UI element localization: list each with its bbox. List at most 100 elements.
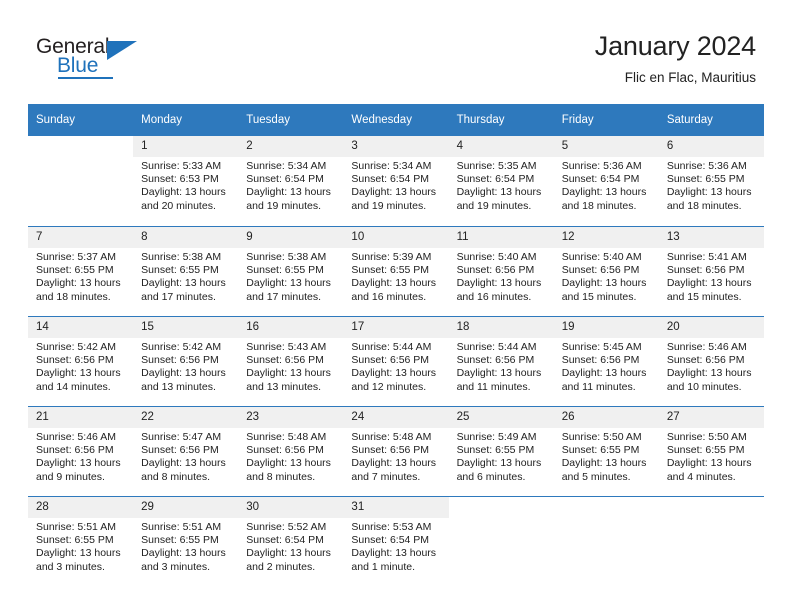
day-cell[interactable]: 20 Sunrise: 5:46 AM Sunset: 6:56 PM Dayligh… [658, 316, 764, 406]
sunrise-text: Sunrise: 5:46 AM [666, 341, 747, 353]
daylight-text: Daylight: 13 hours and 15 minutes. [561, 277, 647, 303]
day-number: 22 [133, 407, 239, 428]
calendar-cell: 2 Sunrise: 5:34 AM Sunset: 6:54 PM Daylight… [238, 136, 344, 226]
sunrise-text: Sunrise: 5:36 AM [666, 160, 747, 172]
calendar-cell: 24 Sunrise: 5:48 AM Sunset: 6:56 PM Dayligh… [343, 406, 449, 496]
sunset-text: Sunset: 6:56 PM [141, 354, 219, 367]
day-info: Sunrise: 5:40 AM Sunset: 6:56 PM Daylight:… [554, 248, 659, 304]
daylight-text: Daylight: 13 hours and 19 minutes. [246, 186, 331, 212]
day-info: Sunrise: 5:38 AM Sunset: 6:55 PM Daylight:… [133, 248, 238, 304]
daylight-text: Daylight: 13 hours and 5 minutes. [561, 457, 647, 483]
sunset-text: Sunset: 6:55 PM [666, 444, 745, 457]
sunrise-text: Sunrise: 5:51 AM [141, 521, 222, 533]
day-cell-empty [28, 136, 133, 226]
day-cell[interactable]: 6 Sunrise: 5:36 AM Sunset: 6:55 PM Daylight… [658, 136, 764, 226]
day-cell[interactable]: 13 Sunrise: 5:41 AM Sunset: 6:56 PM Dayligh… [658, 226, 764, 316]
day-number: 10 [343, 227, 449, 248]
daylight-text: Daylight: 13 hours and 11 minutes. [561, 367, 647, 393]
day-cell[interactable]: 15 Sunrise: 5:42 AM Sunset: 6:56 PM Dayligh… [133, 316, 239, 406]
daylight-text: Daylight: 13 hours and 7 minutes. [351, 457, 437, 483]
day-cell[interactable]: 4 Sunrise: 5:35 AM Sunset: 6:54 PM Daylight… [448, 136, 554, 226]
calendar-week-row: 28 Sunrise: 5:51 AM Sunset: 6:55 PM Dayligh… [28, 496, 764, 586]
calendar-cell: 14 Sunrise: 5:42 AM Sunset: 6:56 PM Dayligh… [28, 316, 134, 406]
day-cell[interactable]: 23 Sunrise: 5:48 AM Sunset: 6:56 PM Dayligh… [238, 406, 344, 496]
daylight-text: Daylight: 13 hours and 15 minutes. [666, 277, 752, 303]
day-info: Sunrise: 5:46 AM Sunset: 6:56 PM Daylight:… [659, 338, 764, 394]
day-cell[interactable]: 16 Sunrise: 5:43 AM Sunset: 6:56 PM Dayligh… [238, 316, 344, 406]
day-info: Sunrise: 5:46 AM Sunset: 6:56 PM Daylight:… [28, 428, 133, 484]
day-cell[interactable]: 29 Sunrise: 5:51 AM Sunset: 6:55 PM Dayligh… [133, 496, 239, 586]
day-cell[interactable]: 3 Sunrise: 5:34 AM Sunset: 6:54 PM Daylight… [343, 136, 449, 226]
day-cell[interactable]: 25 Sunrise: 5:49 AM Sunset: 6:55 PM Dayligh… [448, 406, 554, 496]
day-cell[interactable]: 5 Sunrise: 5:36 AM Sunset: 6:54 PM Daylight… [553, 136, 659, 226]
day-info: Sunrise: 5:41 AM Sunset: 6:56 PM Daylight:… [659, 248, 764, 304]
sunrise-text: Sunrise: 5:37 AM [36, 251, 116, 263]
weekday-header-friday: Friday [553, 104, 659, 136]
sunrise-text: Sunrise: 5:45 AM [561, 341, 642, 353]
day-number: 14 [28, 317, 134, 338]
day-info: Sunrise: 5:38 AM Sunset: 6:55 PM Daylight:… [238, 248, 343, 304]
day-number: 18 [448, 317, 554, 338]
day-number: 1 [133, 136, 239, 157]
day-number: 8 [133, 227, 239, 248]
sunrise-text: Sunrise: 5:50 AM [561, 431, 642, 443]
day-cell[interactable]: 8 Sunrise: 5:38 AM Sunset: 6:55 PM Daylight… [133, 226, 239, 316]
day-cell[interactable]: 31 Sunrise: 5:53 AM Sunset: 6:54 PM Dayligh… [343, 496, 449, 586]
day-cell[interactable]: 2 Sunrise: 5:34 AM Sunset: 6:54 PM Daylight… [238, 136, 344, 226]
calendar-cell: 7 Sunrise: 5:37 AM Sunset: 6:55 PM Daylight… [28, 226, 134, 316]
sunset-text: Sunset: 6:55 PM [351, 264, 430, 277]
sunset-text: Sunset: 6:54 PM [351, 173, 430, 186]
day-number [554, 497, 659, 518]
daylight-text: Daylight: 13 hours and 3 minutes. [36, 547, 121, 573]
day-number: 2 [238, 136, 344, 157]
calendar-cell: 12 Sunrise: 5:40 AM Sunset: 6:56 PM Dayligh… [553, 226, 659, 316]
day-cell[interactable]: 24 Sunrise: 5:48 AM Sunset: 6:56 PM Dayligh… [343, 406, 449, 496]
day-cell[interactable]: 22 Sunrise: 5:47 AM Sunset: 6:56 PM Dayligh… [133, 406, 239, 496]
day-cell[interactable]: 17 Sunrise: 5:44 AM Sunset: 6:56 PM Dayligh… [343, 316, 449, 406]
day-number: 3 [343, 136, 449, 157]
day-cell[interactable]: 28 Sunrise: 5:51 AM Sunset: 6:55 PM Dayligh… [28, 496, 134, 586]
sunrise-text: Sunrise: 5:39 AM [351, 251, 432, 263]
day-cell[interactable]: 12 Sunrise: 5:40 AM Sunset: 6:56 PM Dayligh… [553, 226, 659, 316]
day-info: Sunrise: 5:49 AM Sunset: 6:55 PM Daylight:… [449, 428, 554, 484]
sunset-text: Sunset: 6:55 PM [36, 534, 114, 547]
day-number: 21 [28, 407, 134, 428]
day-cell[interactable]: 10 Sunrise: 5:39 AM Sunset: 6:55 PM Dayligh… [343, 226, 449, 316]
daylight-text: Daylight: 13 hours and 14 minutes. [36, 367, 121, 393]
sunrise-text: Sunrise: 5:52 AM [246, 521, 327, 533]
daylight-text: Daylight: 13 hours and 4 minutes. [666, 457, 752, 483]
sunrise-text: Sunrise: 5:34 AM [351, 160, 432, 172]
day-cell[interactable]: 14 Sunrise: 5:42 AM Sunset: 6:56 PM Dayligh… [28, 316, 134, 406]
day-cell[interactable]: 26 Sunrise: 5:50 AM Sunset: 6:55 PM Dayligh… [553, 406, 659, 496]
calendar-cell: 16 Sunrise: 5:43 AM Sunset: 6:56 PM Dayligh… [238, 316, 344, 406]
day-cell[interactable]: 11 Sunrise: 5:40 AM Sunset: 6:56 PM Dayligh… [448, 226, 554, 316]
calendar-cell: 18 Sunrise: 5:44 AM Sunset: 6:56 PM Dayligh… [448, 316, 554, 406]
calendar-cell [553, 496, 659, 586]
daylight-text: Daylight: 13 hours and 8 minutes. [246, 457, 331, 483]
general-blue-logo[interactable]: General Blue [36, 36, 156, 82]
day-cell[interactable]: 27 Sunrise: 5:50 AM Sunset: 6:55 PM Dayligh… [658, 406, 764, 496]
day-cell[interactable]: 18 Sunrise: 5:44 AM Sunset: 6:56 PM Dayligh… [448, 316, 554, 406]
day-number: 11 [448, 227, 554, 248]
day-info: Sunrise: 5:52 AM Sunset: 6:54 PM Daylight:… [238, 518, 343, 574]
sunset-text: Sunset: 6:56 PM [666, 264, 745, 277]
calendar-cell: 31 Sunrise: 5:53 AM Sunset: 6:54 PM Dayligh… [343, 496, 449, 586]
calendar-header-row: Sunday Monday Tuesday Wednesday Thursday Frid… [28, 104, 764, 136]
logo-underline [58, 77, 113, 79]
day-cell[interactable]: 21 Sunrise: 5:46 AM Sunset: 6:56 PM Dayligh… [28, 406, 134, 496]
calendar-cell: 27 Sunrise: 5:50 AM Sunset: 6:55 PM Dayligh… [658, 406, 764, 496]
day-cell[interactable]: 1 Sunrise: 5:33 AM Sunset: 6:53 PM Daylight… [133, 136, 239, 226]
day-cell[interactable]: 7 Sunrise: 5:37 AM Sunset: 6:55 PM Daylight… [28, 226, 134, 316]
calendar-cell: 20 Sunrise: 5:46 AM Sunset: 6:56 PM Dayligh… [658, 316, 764, 406]
day-number: 4 [448, 136, 554, 157]
day-cell[interactable]: 19 Sunrise: 5:45 AM Sunset: 6:56 PM Dayligh… [553, 316, 659, 406]
daylight-text: Daylight: 13 hours and 6 minutes. [456, 457, 542, 483]
sunrise-text: Sunrise: 5:41 AM [666, 251, 747, 263]
day-cell[interactable]: 30 Sunrise: 5:52 AM Sunset: 6:54 PM Dayligh… [238, 496, 344, 586]
daylight-text: Daylight: 13 hours and 19 minutes. [456, 186, 542, 212]
daylight-text: Daylight: 13 hours and 18 minutes. [36, 277, 121, 303]
day-cell[interactable]: 9 Sunrise: 5:38 AM Sunset: 6:55 PM Daylight… [238, 226, 344, 316]
calendar-cell: 1 Sunrise: 5:33 AM Sunset: 6:53 PM Daylight… [133, 136, 239, 226]
calendar-week-row: 21 Sunrise: 5:46 AM Sunset: 6:56 PM Dayligh… [28, 406, 764, 496]
day-cell-empty [553, 496, 659, 586]
